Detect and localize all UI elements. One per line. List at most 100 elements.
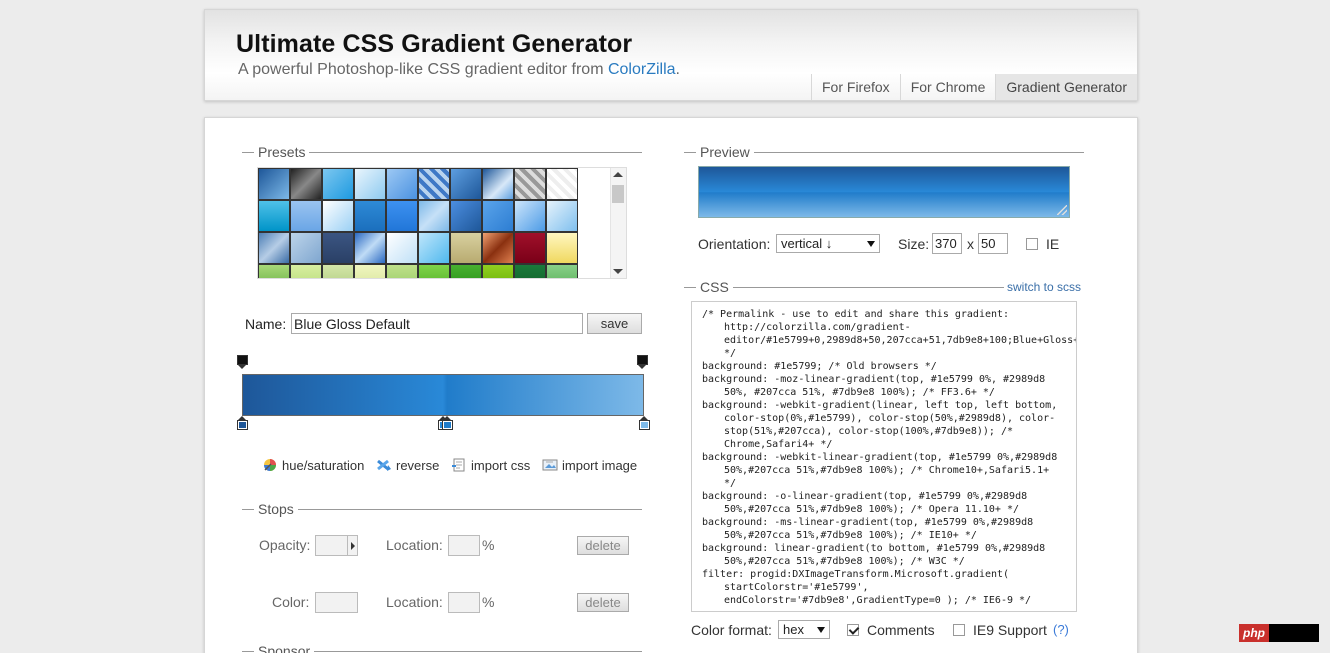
opacity-stop-end[interactable]: [637, 355, 648, 369]
preset-swatch[interactable]: [418, 168, 450, 200]
preset-grid: [258, 168, 578, 278]
css-code-line: background: -moz-linear-gradient(top, #1…: [702, 374, 1046, 385]
css-code-output[interactable]: /* Permalink - use to edit and share thi…: [691, 301, 1077, 612]
resize-grip-icon[interactable]: [1057, 205, 1067, 215]
preset-swatch[interactable]: [386, 200, 418, 232]
reverse-label: reverse: [396, 457, 440, 473]
preset-swatch[interactable]: [354, 168, 386, 200]
opacity-location-input[interactable]: [448, 535, 480, 556]
tab-for-chrome[interactable]: For Chrome: [899, 74, 996, 100]
preset-swatch[interactable]: [290, 264, 322, 278]
css-code-line: 50%,#207cca 51%,#7db9e8 100%); /* IE10+ …: [724, 530, 977, 541]
preset-swatch[interactable]: [450, 232, 482, 264]
ie9-support-label: IE9 Support: [973, 622, 1047, 638]
gradient-name-input[interactable]: [291, 313, 583, 334]
delete-color-stop-button[interactable]: delete: [577, 593, 629, 612]
ie9-help-link[interactable]: (?): [1053, 622, 1069, 637]
preset-swatch[interactable]: [482, 264, 514, 278]
css-code-line: Chrome,Safari4+ */: [724, 439, 833, 450]
scroll-up-arrow-icon[interactable]: [613, 172, 623, 177]
preset-swatch[interactable]: [258, 200, 290, 232]
preset-swatch[interactable]: [386, 168, 418, 200]
color-stop-marker[interactable]: [639, 416, 650, 430]
color-stop-marker[interactable]: [442, 416, 454, 430]
preset-swatch[interactable]: [290, 232, 322, 264]
gradient-preview: [698, 166, 1070, 218]
opacity-stop-start[interactable]: [237, 355, 248, 369]
preset-swatch[interactable]: [482, 232, 514, 264]
ie9-support-checkbox[interactable]: [953, 624, 965, 636]
opacity-stop-tip: [638, 365, 646, 369]
preset-swatch[interactable]: [418, 264, 450, 278]
preview-height-input[interactable]: 50: [978, 233, 1008, 254]
preset-swatch[interactable]: [322, 232, 354, 264]
preset-swatch[interactable]: [258, 168, 290, 200]
preset-swatch[interactable]: [290, 168, 322, 200]
color-format-select[interactable]: hex: [778, 620, 830, 639]
preset-swatch[interactable]: [322, 264, 354, 278]
scroll-thumb[interactable]: [612, 185, 624, 203]
preset-swatch[interactable]: [418, 200, 450, 232]
opacity-stepper-arrow[interactable]: [347, 536, 357, 555]
preset-swatch[interactable]: [418, 232, 450, 264]
preview-width-input[interactable]: 370: [932, 233, 962, 254]
preset-swatch[interactable]: [322, 200, 354, 232]
preset-swatch[interactable]: [514, 200, 546, 232]
orientation-select[interactable]: vertical ↓: [776, 234, 880, 253]
color-label: Color:: [272, 594, 310, 610]
ie-checkbox[interactable]: [1026, 238, 1038, 250]
preset-swatch[interactable]: [482, 168, 514, 200]
preset-swatch[interactable]: [514, 264, 546, 278]
save-button[interactable]: save: [587, 313, 642, 334]
tab-gradient-generator[interactable]: Gradient Generator: [995, 74, 1137, 100]
preset-swatch[interactable]: [514, 168, 546, 200]
preset-swatch[interactable]: [450, 168, 482, 200]
comments-label: Comments: [867, 622, 935, 638]
preset-swatch[interactable]: [450, 264, 482, 278]
nav-tabs: For Firefox For Chrome Gradient Generato…: [811, 74, 1137, 100]
switch-to-scss-link[interactable]: switch to scss: [1003, 279, 1084, 295]
hue-saturation-label: hue/saturation: [282, 457, 365, 473]
opacity-stepper[interactable]: [315, 535, 358, 556]
caret-right-icon: [351, 542, 355, 550]
preset-swatch[interactable]: [322, 168, 354, 200]
import-css-tool[interactable]: import css: [451, 457, 530, 473]
import-document-icon: [451, 457, 467, 473]
presets-scrollbar[interactable]: [610, 168, 626, 278]
reverse-tool[interactable]: reverse: [376, 457, 439, 473]
scroll-down-arrow-icon[interactable]: [613, 269, 623, 274]
preset-swatch[interactable]: [546, 200, 578, 232]
hue-saturation-tool[interactable]: hue/saturation: [262, 457, 364, 473]
import-css-label: import css: [471, 457, 531, 473]
colorzilla-link[interactable]: ColorZilla: [608, 61, 676, 78]
gradient-bar[interactable]: [242, 374, 644, 416]
comments-checkbox[interactable]: [847, 624, 859, 636]
preset-swatch[interactable]: [482, 200, 514, 232]
css-code-line: 50%,#207cca 51%,#7db9e8 100%); /* Chrome…: [724, 465, 1050, 476]
preset-swatch[interactable]: [386, 264, 418, 278]
css-code-line: /* Permalink - use to edit and share thi…: [702, 309, 1010, 320]
preset-swatch[interactable]: [258, 232, 290, 264]
legend-line: [242, 509, 642, 510]
chevron-down-icon: [867, 241, 875, 247]
preset-swatch[interactable]: [354, 232, 386, 264]
color-stop-marker[interactable]: [237, 416, 248, 430]
preset-swatch[interactable]: [354, 200, 386, 232]
size-label: Size:: [898, 236, 930, 252]
preset-swatch[interactable]: [546, 264, 578, 278]
tab-for-firefox[interactable]: For Firefox: [811, 74, 900, 100]
color-location-input[interactable]: [448, 592, 480, 613]
preset-swatch[interactable]: [290, 200, 322, 232]
import-image-tool[interactable]: import image: [542, 457, 637, 473]
import-image-label: import image: [562, 457, 638, 473]
delete-opacity-stop-button[interactable]: delete: [577, 536, 629, 555]
preset-swatch[interactable]: [450, 200, 482, 232]
preset-swatch[interactable]: [386, 232, 418, 264]
preset-swatch[interactable]: [258, 264, 290, 278]
presets-list[interactable]: [257, 167, 627, 279]
preset-swatch[interactable]: [514, 232, 546, 264]
preset-swatch[interactable]: [546, 168, 578, 200]
preset-swatch[interactable]: [354, 264, 386, 278]
color-swatch-picker[interactable]: [315, 592, 358, 613]
preset-swatch[interactable]: [546, 232, 578, 264]
